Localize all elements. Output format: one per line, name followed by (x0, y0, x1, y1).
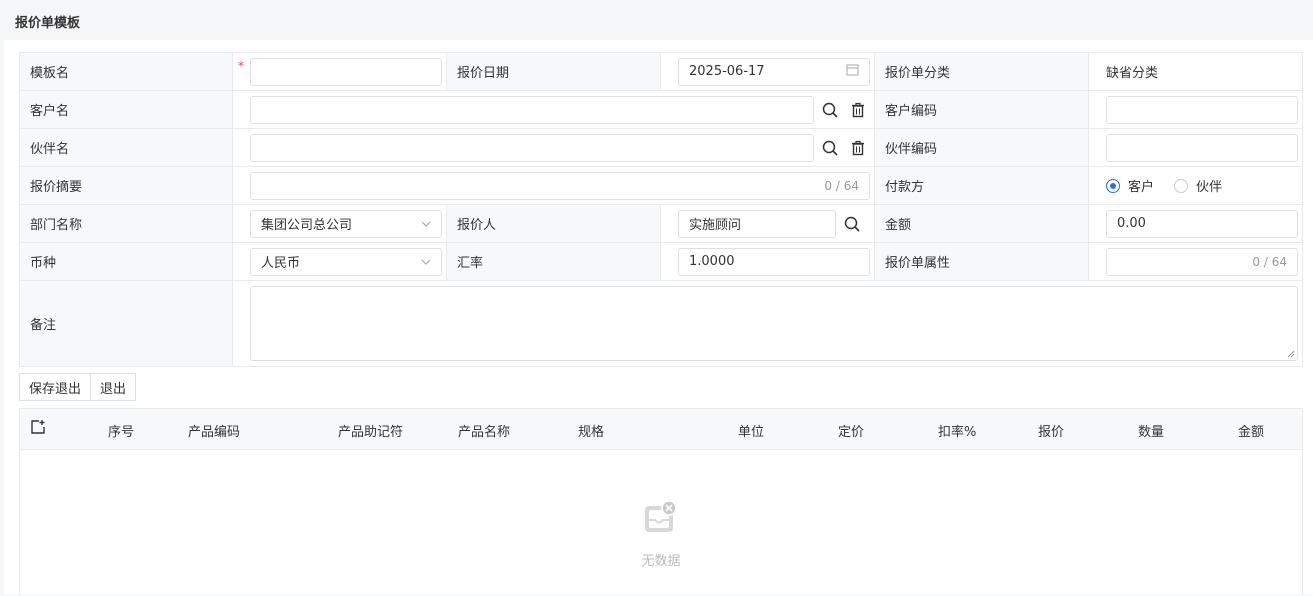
amount-cell: 0.00 (1089, 205, 1302, 242)
quote-date-input[interactable]: 2025-06-17 (678, 57, 870, 86)
payer-radio-group: 客户 伙伴 (1089, 167, 1302, 204)
customer-name-label: 客户名 (20, 91, 233, 128)
payer-option-partner: 伙伴 (1196, 180, 1223, 195)
rate-cell: 1.0000 (661, 243, 875, 280)
amount-label: 金额 (875, 205, 1089, 242)
remark-cell (233, 281, 1302, 366)
payer-label: 付款方 (875, 167, 1089, 204)
currency-cell: 人民币 (233, 243, 447, 280)
column-header[interactable]: 扣率% (938, 421, 976, 440)
resize-grip-icon[interactable] (1287, 350, 1295, 358)
quoter-label: 报价人 (447, 205, 661, 242)
customer-code-input[interactable] (1106, 95, 1298, 124)
column-header[interactable]: 产品助记符 (338, 421, 403, 440)
template-name-cell: * (233, 53, 447, 90)
payer-option-customer: 客户 (1128, 180, 1155, 195)
empty-text: 无数据 (641, 554, 681, 569)
rate-input[interactable]: 1.0000 (678, 247, 870, 276)
radio-unchecked-icon (1174, 178, 1189, 193)
chevron-down-icon (421, 254, 431, 269)
rate-label: 汇率 (447, 243, 661, 280)
form-row-7: 备注 (20, 281, 1302, 366)
save-exit-button[interactable]: 保存退出 (19, 373, 92, 401)
calendar-icon[interactable] (846, 63, 859, 80)
add-row-icon[interactable] (30, 419, 46, 439)
department-cell: 集团公司总公司 (233, 205, 447, 242)
partner-name-input[interactable] (250, 133, 815, 162)
partner-code-label: 伙伴编码 (875, 129, 1089, 166)
empty-state: 无数据 (20, 450, 1302, 596)
remark-label: 备注 (20, 281, 233, 366)
partner-code-cell (1089, 129, 1302, 166)
quote-date-cell: 2025-06-17 (661, 53, 875, 90)
quoter-input[interactable]: 实施顾问 (678, 209, 836, 238)
partner-name-cell (233, 129, 875, 166)
summary-counter: 0 / 64 (824, 178, 859, 193)
attribute-label: 报价单属性 (875, 243, 1089, 280)
column-header[interactable]: 单位 (738, 421, 764, 440)
column-header[interactable]: 数量 (1138, 421, 1164, 440)
summary-input[interactable]: 0 / 64 (250, 171, 870, 200)
empty-box-icon (642, 500, 678, 540)
search-icon[interactable] (840, 212, 864, 236)
summary-cell: 0 / 64 (233, 167, 875, 204)
grid-header: 序号 产品编码 产品助记符 产品名称 规格 单位 定价 扣率% 报价 数量 金额 (20, 409, 1302, 450)
department-label: 部门名称 (20, 205, 233, 242)
attribute-counter: 0 / 64 (1252, 254, 1287, 269)
customer-name-input[interactable] (250, 95, 815, 124)
remark-textarea[interactable] (250, 286, 1298, 361)
radio-checked-icon (1106, 178, 1120, 193)
column-header[interactable]: 金额 (1238, 421, 1264, 440)
template-name-label: 模板名 (20, 53, 233, 90)
form-row-5: 部门名称 集团公司总公司 报价人 实施顾问 金额 0.00 (20, 205, 1302, 243)
category-value: 缺省分类 (1106, 66, 1159, 81)
payer-radio-partner[interactable]: 伙伴 (1174, 176, 1222, 195)
quote-date-value: 2025-06-17 (689, 64, 765, 79)
trash-icon[interactable] (846, 98, 870, 122)
customer-code-label: 客户编码 (875, 91, 1089, 128)
summary-label: 报价摘要 (20, 167, 233, 204)
form-row-2: 客户名 客户编码 (20, 91, 1302, 129)
form-row-6: 币种 人民币 汇率 1.0000 报价单属性 0 / 64 (20, 243, 1302, 281)
column-header[interactable]: 报价 (1038, 421, 1064, 440)
form-panel: 模板名 * 报价日期 2025-06-17 报价单分类 缺省分类 客户名 客户编… (4, 40, 1313, 595)
required-mark: * (238, 59, 244, 73)
page-title: 报价单模板 (0, 0, 1313, 40)
column-header[interactable]: 规格 (578, 421, 604, 440)
quote-form: 模板名 * 报价日期 2025-06-17 报价单分类 缺省分类 客户名 客户编… (19, 52, 1303, 367)
attribute-cell: 0 / 64 (1089, 243, 1302, 280)
payer-radio-customer[interactable]: 客户 (1106, 176, 1154, 195)
quote-date-label: 报价日期 (447, 53, 661, 90)
product-grid: 序号 产品编码 产品助记符 产品名称 规格 单位 定价 扣率% 报价 数量 金额 (19, 408, 1303, 595)
trash-icon[interactable] (846, 136, 870, 160)
exit-button[interactable]: 退出 (91, 373, 137, 401)
currency-label: 币种 (20, 243, 233, 280)
amount-input[interactable]: 0.00 (1106, 209, 1298, 238)
customer-name-cell (233, 91, 875, 128)
attribute-input[interactable]: 0 / 64 (1106, 247, 1298, 276)
quoter-cell: 实施顾问 (661, 205, 875, 242)
currency-select[interactable]: 人民币 (250, 247, 442, 276)
currency-value: 人民币 (261, 256, 301, 271)
column-header[interactable]: 产品编码 (188, 421, 240, 440)
form-row-3: 伙伴名 伙伴编码 (20, 129, 1302, 167)
column-header[interactable]: 定价 (838, 421, 864, 440)
chevron-down-icon (421, 216, 431, 231)
column-header[interactable]: 产品名称 (458, 421, 510, 440)
search-icon[interactable] (818, 98, 842, 122)
search-icon[interactable] (818, 136, 842, 160)
customer-code-cell (1089, 91, 1302, 128)
action-buttons: 保存退出 退出 (19, 373, 137, 401)
partner-name-label: 伙伴名 (20, 129, 233, 166)
form-row-4: 报价摘要 0 / 64 付款方 客户 伙伴 (20, 167, 1302, 205)
department-select[interactable]: 集团公司总公司 (250, 209, 442, 238)
template-name-input[interactable] (250, 57, 442, 86)
partner-code-input[interactable] (1106, 133, 1298, 162)
category-label: 报价单分类 (875, 53, 1089, 90)
department-value: 集团公司总公司 (261, 218, 353, 233)
column-header[interactable]: 序号 (108, 421, 134, 440)
form-row-1: 模板名 * 报价日期 2025-06-17 报价单分类 缺省分类 (20, 53, 1302, 91)
